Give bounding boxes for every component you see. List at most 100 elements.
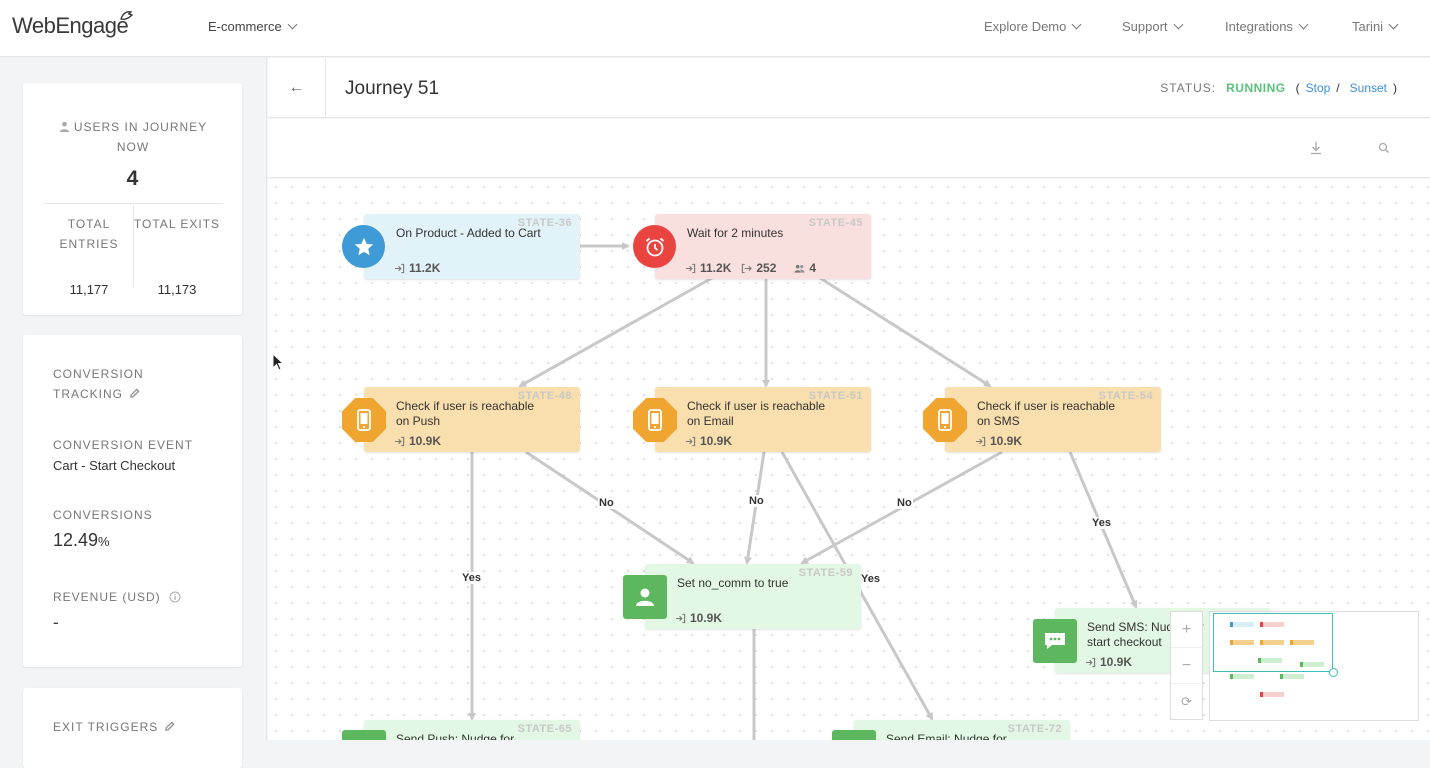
webengage-logo[interactable]: WebEngage bbox=[12, 13, 129, 39]
journey-node-check-sms[interactable]: STATE-54 Check if user is reachable on S… bbox=[945, 387, 1161, 452]
entries-stat: 11.2K bbox=[685, 261, 731, 275]
edge-label-yes: Yes bbox=[861, 573, 880, 585]
users-stat: 4 bbox=[794, 261, 816, 275]
journey-node-set-attribute[interactable]: STATE-59 Set no_comm to true 10.9K bbox=[645, 564, 861, 629]
journey-node-check-email[interactable]: STATE-51 Check if user is reachable on E… bbox=[655, 387, 871, 452]
slash-separator: / bbox=[1336, 81, 1340, 95]
minimap-viewport[interactable] bbox=[1213, 613, 1333, 672]
exit-triggers-text: EXIT TRIGGERS bbox=[53, 720, 159, 734]
user-name: Tarini bbox=[1352, 19, 1384, 34]
exits-value: 252 bbox=[756, 261, 777, 275]
journey-node-send-push[interactable]: STATE-65 Send Push: Nudge for bbox=[364, 720, 580, 740]
edge-45-48 bbox=[518, 276, 713, 388]
divider bbox=[43, 203, 223, 204]
node-stats: 11.2K 252 4 bbox=[685, 261, 816, 275]
conversion-event-value: Cart - Start Checkout bbox=[53, 458, 176, 473]
paren-open: ( bbox=[1295, 81, 1300, 95]
project-name: E-commerce bbox=[208, 19, 282, 34]
entries-stat: 11.2K bbox=[394, 261, 440, 275]
exits-stat: 252 bbox=[741, 261, 776, 275]
entry-icon bbox=[1085, 657, 1096, 667]
node-title: On Product - Added to Cart bbox=[396, 226, 541, 240]
total-exits-label: TOTAL EXITS bbox=[133, 217, 221, 231]
users-in-journey-card: USERS IN JOURNEY NOW 4 TOTAL ENTRIES TOT… bbox=[23, 83, 242, 315]
entries-stat: 10.9K bbox=[975, 434, 1022, 448]
revenue-label-text: REVENUE (USD) bbox=[53, 590, 161, 604]
journey-minimap[interactable] bbox=[1209, 611, 1419, 721]
journey-title: Journey 51 bbox=[345, 78, 440, 99]
edit-pencil-icon[interactable] bbox=[129, 388, 140, 399]
edge-label-no: No bbox=[896, 497, 913, 509]
entries-value: 10.9K bbox=[990, 434, 1023, 448]
integrations-label: Integrations bbox=[1225, 19, 1293, 34]
info-icon[interactable] bbox=[169, 591, 181, 603]
minimap-node bbox=[1230, 674, 1254, 679]
edge-45-54 bbox=[819, 276, 992, 388]
total-entries-label: TOTAL ENTRIES bbox=[59, 217, 119, 251]
mouse-cursor-icon bbox=[272, 353, 284, 371]
journey-node-wait[interactable]: STATE-45 Wait for 2 minutes 11.2K 252 4 bbox=[655, 214, 871, 279]
minimap-resize-handle[interactable] bbox=[1329, 668, 1338, 677]
edge-54-sms bbox=[1068, 451, 1138, 609]
bird-logo-icon bbox=[120, 11, 134, 20]
revenue-value: - bbox=[53, 613, 59, 632]
entry-icon bbox=[394, 263, 405, 273]
node-title: Check if user is reachable on SMS bbox=[977, 399, 1116, 428]
chevron-down-icon bbox=[1298, 19, 1309, 30]
entries-stat: 10.9K bbox=[394, 434, 441, 448]
edge-label-yes: Yes bbox=[1091, 517, 1112, 529]
trigger-badge bbox=[342, 225, 385, 268]
search-icon[interactable] bbox=[1376, 140, 1392, 156]
action-badge bbox=[1033, 619, 1077, 663]
minimap-node bbox=[1280, 674, 1304, 679]
stop-link[interactable]: Stop bbox=[1306, 81, 1331, 95]
conversion-event-label: CONVERSION EVENT bbox=[53, 438, 194, 452]
conversions-number: 12.49 bbox=[53, 530, 99, 550]
users-value: 4 bbox=[809, 261, 817, 275]
chevron-down-icon bbox=[1173, 19, 1183, 30]
node-stats: 10.9K bbox=[975, 434, 1022, 448]
back-button[interactable]: ← bbox=[268, 58, 326, 118]
mobile-icon bbox=[357, 409, 371, 431]
explore-demo-label: Explore Demo bbox=[984, 19, 1067, 34]
users-label-text: USERS IN JOURNEY NOW bbox=[73, 120, 208, 154]
node-stats: 10.9K bbox=[394, 434, 441, 448]
project-selector[interactable]: E-commerce bbox=[208, 19, 298, 34]
node-stats: 11.2K bbox=[394, 261, 440, 275]
paren-close: ) bbox=[1393, 81, 1397, 95]
total-entries-value: 11,177 bbox=[69, 282, 109, 297]
node-title: Wait for 2 minutes bbox=[687, 226, 784, 240]
zoom-in-button[interactable]: + bbox=[1171, 612, 1202, 648]
zoom-out-button[interactable]: − bbox=[1171, 648, 1202, 684]
edit-pencil-icon[interactable] bbox=[164, 721, 175, 732]
journey-header: ← Journey 51 STATUS: RUNNING ( Stop / Su… bbox=[268, 58, 1430, 118]
zoom-reset-button[interactable]: ⟳ bbox=[1171, 684, 1202, 720]
user-menu[interactable]: Tarini bbox=[1352, 19, 1399, 34]
journey-canvas[interactable]: Yes No No No Yes STATE-36 On Product - A… bbox=[268, 179, 1430, 740]
journey-node-check-push[interactable]: STATE-48 Check if user is reachable on P… bbox=[364, 387, 580, 452]
conversion-tracking-card: CONVERSION TRACKING CONVERSION EVENT Car… bbox=[23, 335, 242, 667]
entry-icon bbox=[675, 613, 686, 623]
conversions-value: 12.49% bbox=[53, 530, 110, 551]
entries-value: 10.9K bbox=[700, 434, 733, 448]
total-exits-value: 11,173 bbox=[157, 282, 197, 297]
push-badge bbox=[342, 730, 386, 740]
sunset-link[interactable]: Sunset bbox=[1350, 81, 1387, 95]
conversions-label: CONVERSIONS bbox=[53, 508, 153, 522]
user-icon bbox=[636, 588, 654, 606]
entry-icon bbox=[394, 436, 405, 446]
alarm-clock-icon bbox=[645, 237, 664, 256]
download-icon[interactable] bbox=[1308, 140, 1324, 156]
entries-value: 11.2K bbox=[700, 261, 732, 275]
chat-icon bbox=[1045, 633, 1065, 649]
node-stats: 10.9K bbox=[685, 434, 732, 448]
revenue-label: REVENUE (USD) bbox=[53, 587, 181, 607]
entry-icon bbox=[685, 436, 696, 446]
support-menu[interactable]: Support bbox=[1122, 19, 1183, 34]
journey-node-send-email[interactable]: STATE-72 Send Email: Nudge for bbox=[854, 720, 1070, 740]
users-in-journey-value: 4 bbox=[126, 167, 139, 190]
journey-node-trigger[interactable]: STATE-36 On Product - Added to Cart 11.2… bbox=[364, 214, 580, 279]
zoom-controls: + − ⟳ bbox=[1170, 611, 1203, 720]
explore-demo-menu[interactable]: Explore Demo bbox=[984, 19, 1082, 34]
integrations-menu[interactable]: Integrations bbox=[1225, 19, 1309, 34]
